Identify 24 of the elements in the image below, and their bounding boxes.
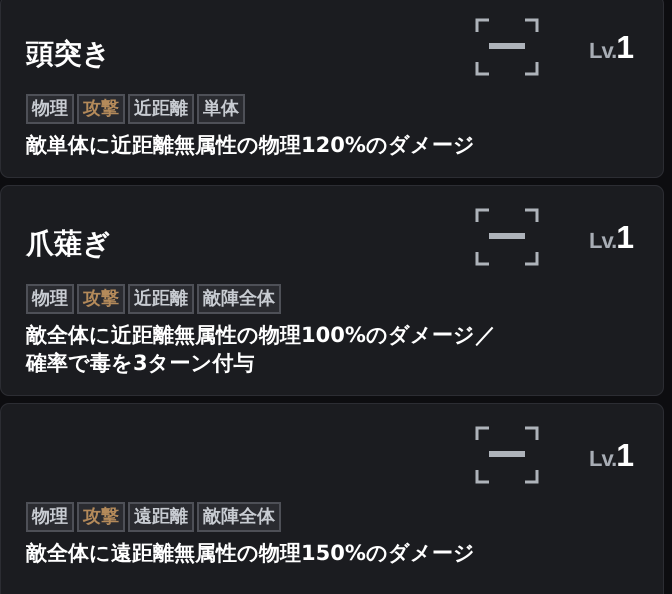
skill-tag: 物理 xyxy=(26,502,74,532)
frame-icon xyxy=(475,18,540,76)
skill-description: 確率で毒を3ターン付与 xyxy=(26,350,256,377)
level-label: Lv.1 xyxy=(589,218,633,258)
skill-name: 爪薙ぎ xyxy=(26,230,111,258)
level-label: Lv.1 xyxy=(589,436,633,475)
skill-description: 敵全体に近距離無属性の物理100%のダメージ／ xyxy=(26,322,497,350)
frame-icon xyxy=(475,208,540,266)
skill-tag: 近距離 xyxy=(128,94,194,124)
skill-description: 敵全体に遠距離無属性の物理150%のダメージ xyxy=(26,540,476,567)
skill-tag: 近距離 xyxy=(128,284,194,314)
skill-name: 頭突き xyxy=(26,40,111,68)
skill-tag: 遠距離 xyxy=(128,502,194,532)
skill-tag: 攻撃 xyxy=(77,502,125,532)
skill-description: 敵単体に近距離無属性の物理120%のダメージ xyxy=(26,132,476,159)
frame-icon xyxy=(475,426,540,484)
skill-tag: 物理 xyxy=(26,94,74,124)
skill-tag: 攻撃 xyxy=(77,94,125,124)
skill-tag: 単体 xyxy=(197,94,245,124)
skill-tag: 物理 xyxy=(26,284,74,314)
skill-tag: 攻撃 xyxy=(77,284,125,314)
skill-tag: 敵陣全体 xyxy=(197,502,281,532)
level-label: Lv.1 xyxy=(589,28,633,67)
skill-tag: 敵陣全体 xyxy=(197,284,281,314)
